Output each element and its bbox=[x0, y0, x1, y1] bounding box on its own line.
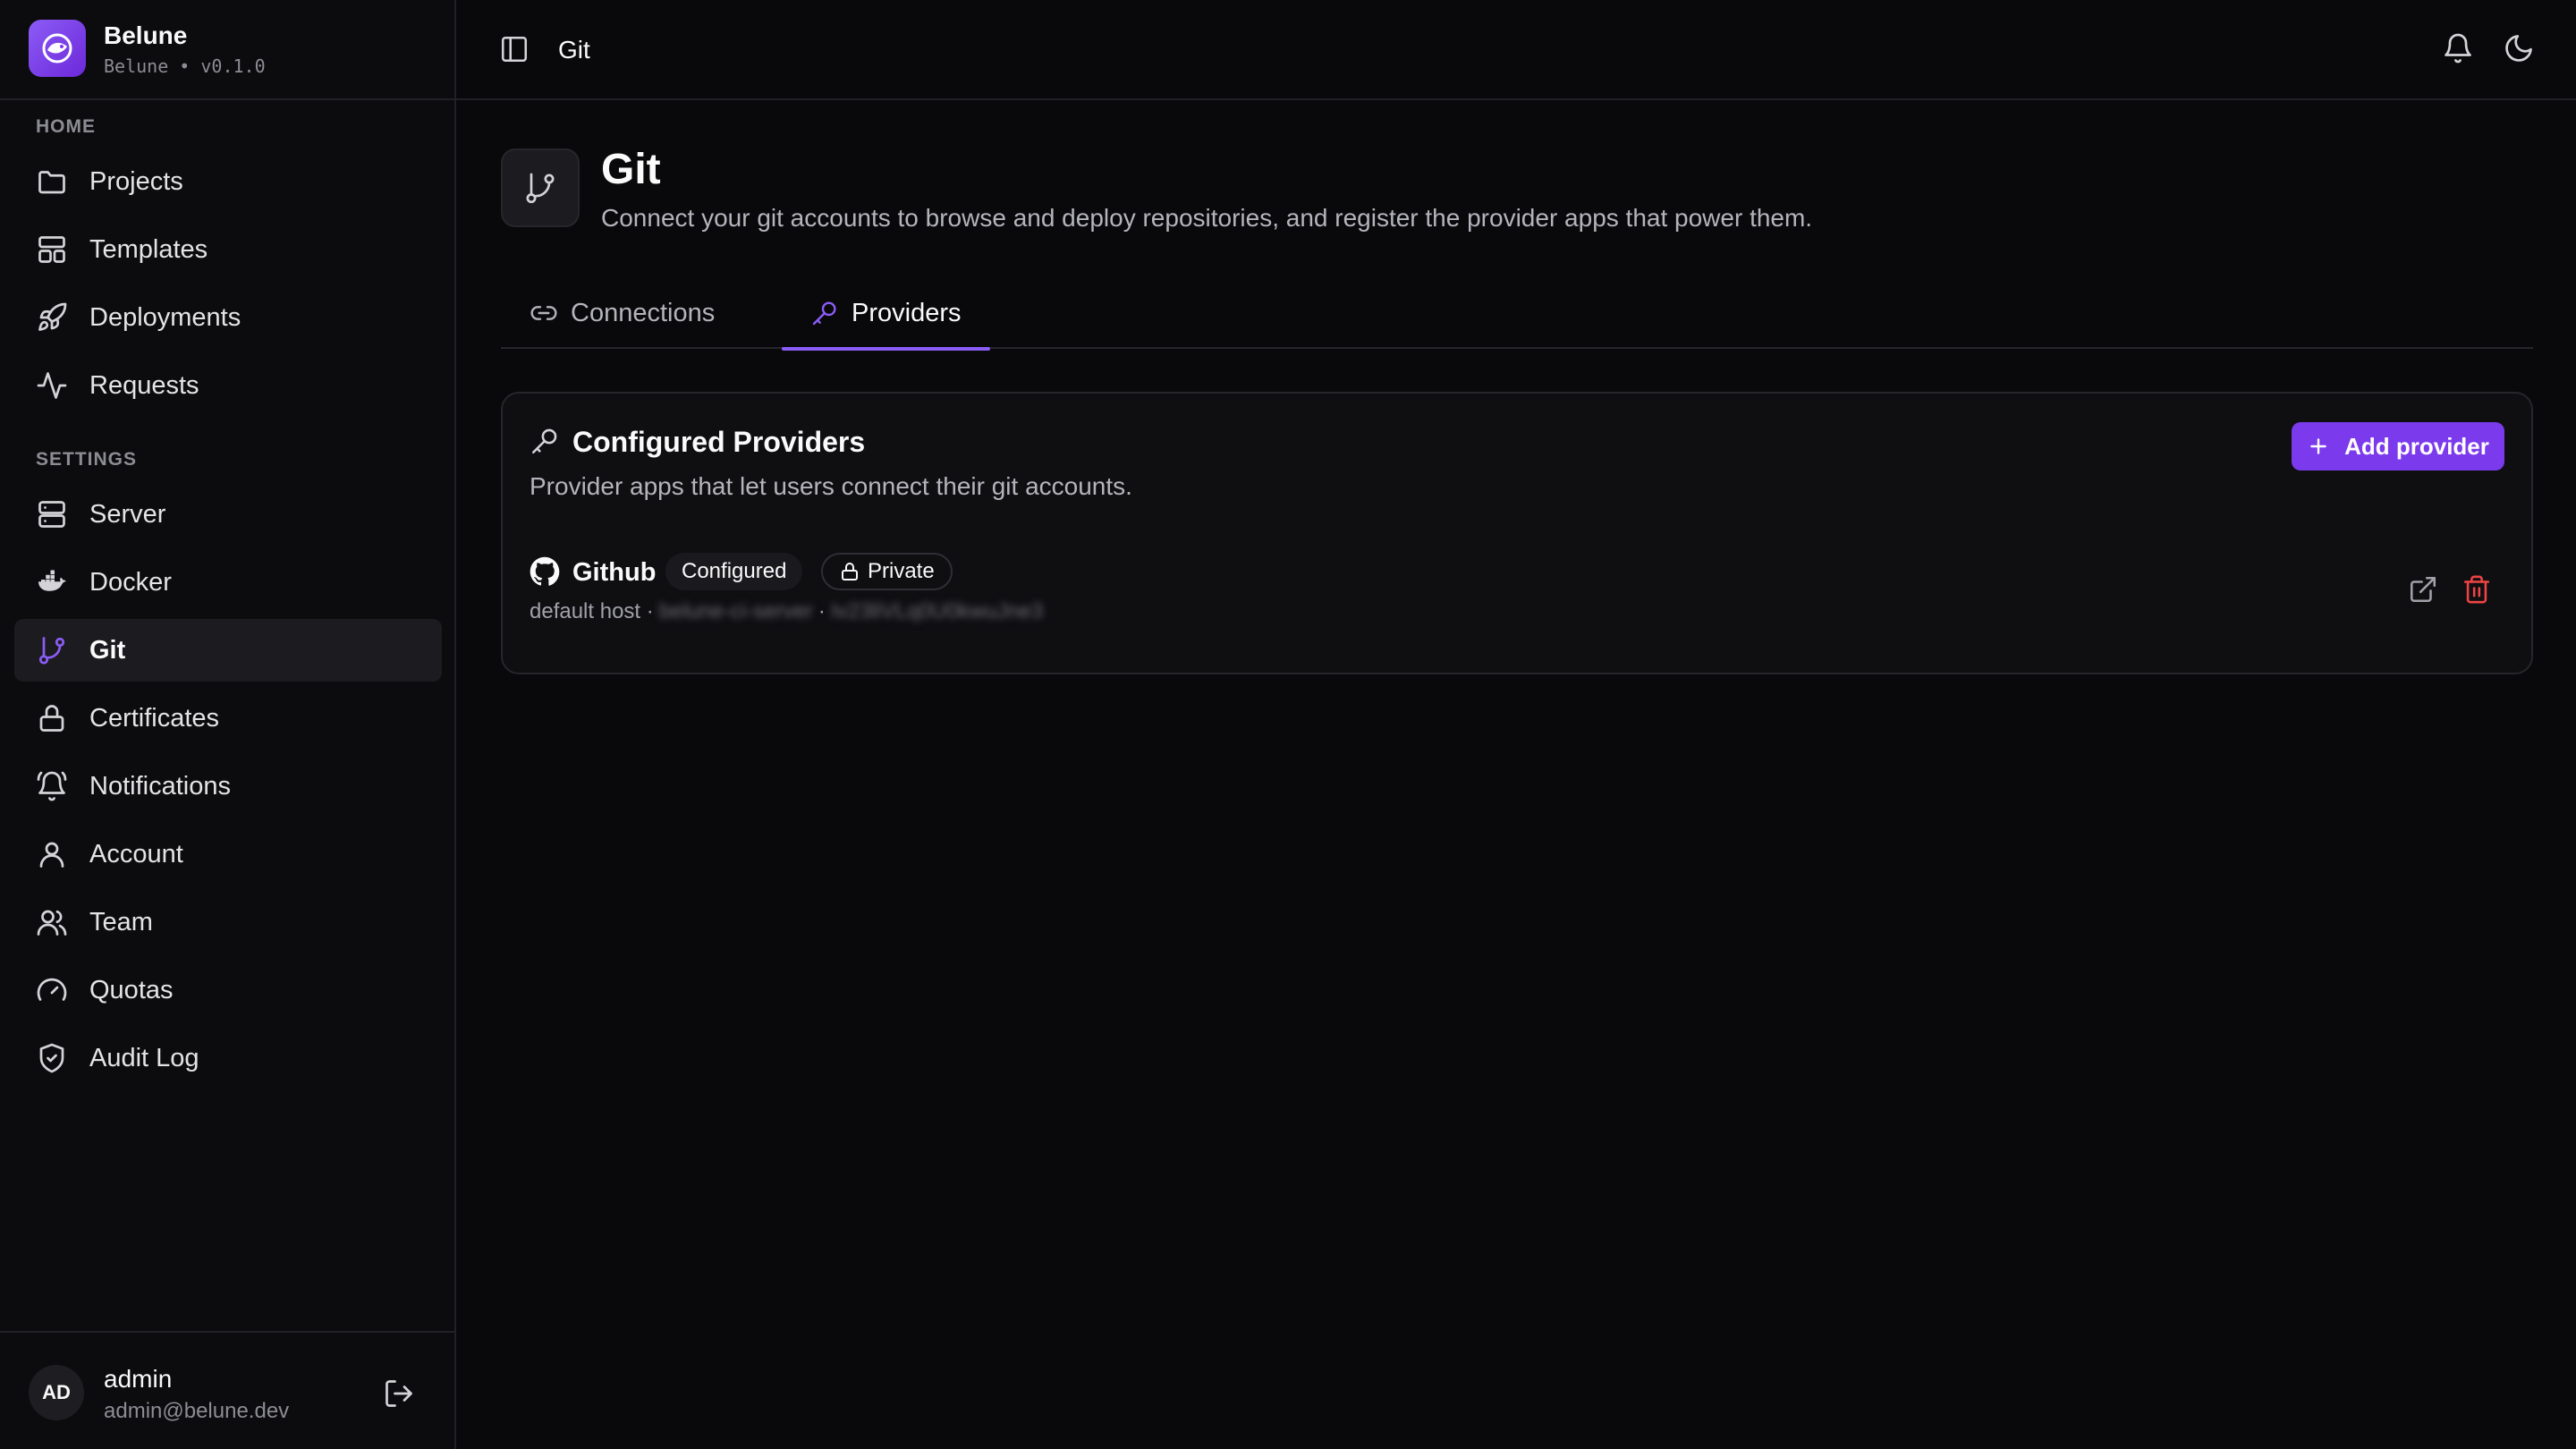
moon-icon[interactable] bbox=[2503, 32, 2535, 64]
link-icon bbox=[530, 306, 557, 320]
sidebar-item-label: Deployments bbox=[89, 303, 242, 332]
tab-label: Connections bbox=[571, 298, 716, 327]
sidebar-item-label: Quotas bbox=[89, 976, 174, 1004]
sidebar-item-label: Templates bbox=[89, 235, 208, 264]
trash-icon[interactable] bbox=[2462, 574, 2492, 605]
card-title: Configured Providers bbox=[572, 426, 866, 458]
sidebar-item-team[interactable]: Team bbox=[14, 891, 442, 953]
sidebar-item-label: Notifications bbox=[89, 772, 231, 801]
meta-separator: · bbox=[818, 599, 826, 623]
sidebar-item-quotas[interactable]: Quotas bbox=[14, 959, 442, 1021]
brand-logo-icon bbox=[29, 20, 86, 77]
external-link-icon[interactable] bbox=[2408, 574, 2438, 605]
configured-providers-card: Configured Providers Provider apps that … bbox=[501, 392, 2533, 674]
card-description: Provider apps that let users connect the… bbox=[530, 472, 1132, 500]
sidebar-item-certificates[interactable]: Certificates bbox=[14, 687, 442, 750]
page-icon bbox=[501, 148, 580, 227]
sidebar: Belune Belune • v0.1.0 HOME Projects Tem… bbox=[0, 0, 456, 1449]
gauge-icon bbox=[37, 978, 67, 1001]
lock-icon bbox=[842, 563, 858, 580]
sidebar-item-label: Team bbox=[89, 908, 153, 936]
layout-icon bbox=[38, 236, 65, 263]
docker-icon bbox=[38, 570, 66, 591]
visibility-label: Private bbox=[868, 559, 935, 583]
key-icon bbox=[812, 301, 836, 326]
sidebar-item-templates[interactable]: Templates bbox=[14, 218, 442, 281]
sidebar-item-label: Git bbox=[89, 636, 126, 665]
sidebar-item-git[interactable]: Git bbox=[14, 619, 442, 682]
sidebar-item-label: Certificates bbox=[89, 704, 220, 733]
sidebar-item-label: Docker bbox=[89, 568, 172, 597]
avatar: AD bbox=[29, 1365, 84, 1420]
bell-icon[interactable] bbox=[2442, 32, 2474, 64]
logout-icon[interactable] bbox=[383, 1377, 415, 1410]
user-menu[interactable]: AD admin admin@belune.dev bbox=[0, 1331, 454, 1449]
bell-ring-icon bbox=[37, 771, 67, 801]
server-icon bbox=[38, 501, 65, 528]
sidebar-toggle-icon[interactable] bbox=[499, 34, 530, 64]
plus-icon bbox=[2310, 438, 2326, 454]
tab-providers[interactable]: Providers bbox=[782, 277, 990, 351]
status-badge: Configured bbox=[665, 553, 803, 590]
user-email: admin@belune.dev bbox=[104, 1399, 290, 1423]
sidebar-item-notifications[interactable]: Notifications bbox=[14, 755, 442, 818]
user-name: admin bbox=[104, 1365, 173, 1393]
meta-prefix: default host · bbox=[530, 599, 654, 623]
add-provider-label: Add provider bbox=[2344, 432, 2489, 460]
page-title: Git bbox=[601, 146, 661, 193]
add-provider-button[interactable]: Add provider bbox=[2292, 422, 2504, 470]
brand-header[interactable]: Belune Belune • v0.1.0 bbox=[0, 0, 454, 100]
lock-icon bbox=[39, 705, 64, 732]
sidebar-item-server[interactable]: Server bbox=[14, 483, 442, 546]
breadcrumb: Git bbox=[558, 36, 590, 64]
sidebar-item-deployments[interactable]: Deployments bbox=[14, 286, 442, 349]
brand-name: Belune bbox=[104, 21, 188, 49]
meta-host: belune-ci-server bbox=[658, 599, 813, 623]
sidebar-item-label: Requests bbox=[89, 371, 199, 400]
brand-version: Belune • v0.1.0 bbox=[104, 55, 266, 77]
page-subtitle: Connect your git accounts to browse and … bbox=[601, 204, 1813, 232]
github-icon bbox=[530, 556, 560, 586]
git-branch-icon bbox=[526, 173, 555, 204]
rocket-icon bbox=[38, 302, 67, 331]
shield-check-icon bbox=[39, 1043, 64, 1073]
folder-icon bbox=[38, 171, 65, 194]
tab-label: Providers bbox=[852, 298, 962, 327]
sidebar-item-label: Projects bbox=[89, 167, 183, 196]
sidebar-item-projects[interactable]: Projects bbox=[14, 150, 442, 213]
topbar: Git bbox=[456, 0, 2576, 100]
sidebar-item-docker[interactable]: Docker bbox=[14, 551, 442, 614]
sidebar-item-label: Account bbox=[89, 840, 183, 869]
activity-icon bbox=[37, 372, 67, 399]
sidebar-item-audit-log[interactable]: Audit Log bbox=[14, 1027, 442, 1089]
users-icon bbox=[37, 910, 67, 936]
provider-name: Github bbox=[572, 558, 657, 587]
provider-meta: default host · belune-ci-server · Iv23li… bbox=[530, 599, 1048, 624]
key-icon bbox=[531, 428, 557, 454]
app-root: Belune Belune • v0.1.0 HOME Projects Tem… bbox=[0, 0, 2576, 1449]
sidebar-item-requests[interactable]: Requests bbox=[14, 354, 442, 417]
sidebar-item-account[interactable]: Account bbox=[14, 823, 442, 886]
tab-bar: Connections Providers bbox=[501, 277, 2533, 351]
section-label-settings: SETTINGS bbox=[36, 449, 138, 470]
user-icon bbox=[39, 842, 64, 868]
tab-connections[interactable]: Connections bbox=[530, 277, 715, 349]
git-branch-icon bbox=[38, 637, 65, 665]
sidebar-item-label: Server bbox=[89, 500, 166, 529]
sidebar-item-label: Audit Log bbox=[89, 1044, 199, 1072]
section-label-home: HOME bbox=[36, 116, 96, 137]
meta-app-id: Iv23liVLq0U0kwuJne3 bbox=[830, 599, 1044, 623]
visibility-badge: Private bbox=[821, 553, 953, 590]
